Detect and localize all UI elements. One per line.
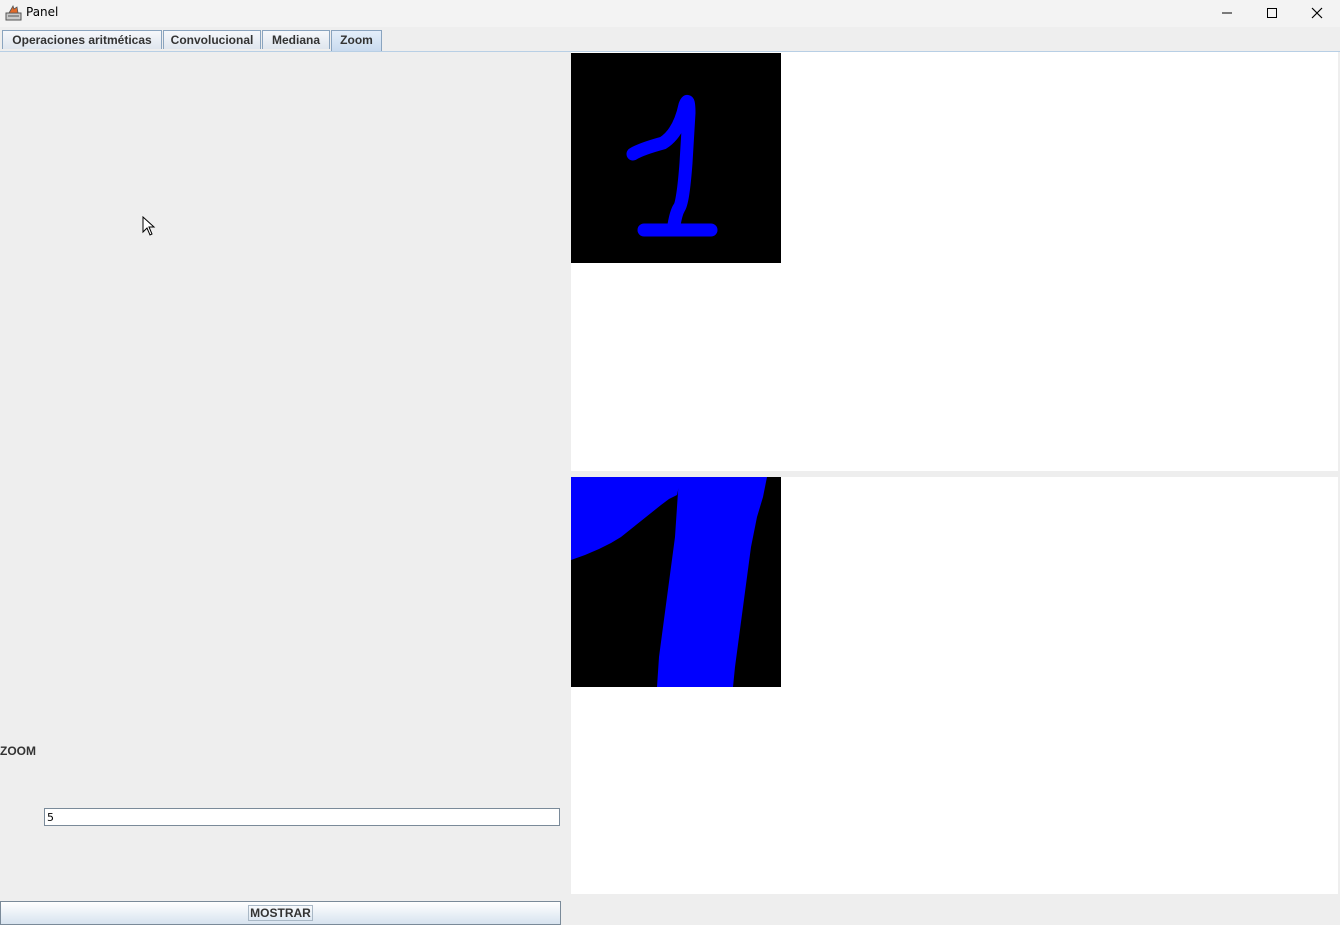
close-icon (1311, 7, 1323, 19)
window-title: Panel (26, 5, 59, 19)
zoomed-image (571, 477, 781, 687)
zoom-factor-input[interactable] (44, 808, 560, 826)
tab-mediana[interactable]: Mediana (262, 30, 330, 49)
show-button-label: MOSTRAR (248, 905, 313, 921)
minimize-icon (1222, 12, 1232, 14)
tab-zoom[interactable]: Zoom (331, 30, 382, 51)
original-image-panel (571, 52, 1338, 471)
maximize-button[interactable] (1249, 0, 1295, 26)
zoomed-image-panel (571, 477, 1338, 894)
zoom-label: ZOOM (0, 744, 36, 758)
mouse-cursor-icon (142, 216, 156, 236)
tab-convolucional[interactable]: Convolucional (163, 30, 261, 49)
tab-strip: Operaciones aritméticas Convolucional Me… (0, 27, 1340, 52)
maximize-icon (1267, 8, 1277, 18)
tab-operaciones-aritmeticas[interactable]: Operaciones aritméticas (2, 30, 162, 49)
java-icon (5, 5, 22, 21)
title-bar: Panel (0, 0, 1340, 27)
minimize-button[interactable] (1204, 0, 1250, 26)
original-image (571, 53, 781, 263)
show-button[interactable]: MOSTRAR (0, 901, 561, 925)
controls-panel (0, 52, 570, 925)
close-button[interactable] (1294, 0, 1340, 26)
